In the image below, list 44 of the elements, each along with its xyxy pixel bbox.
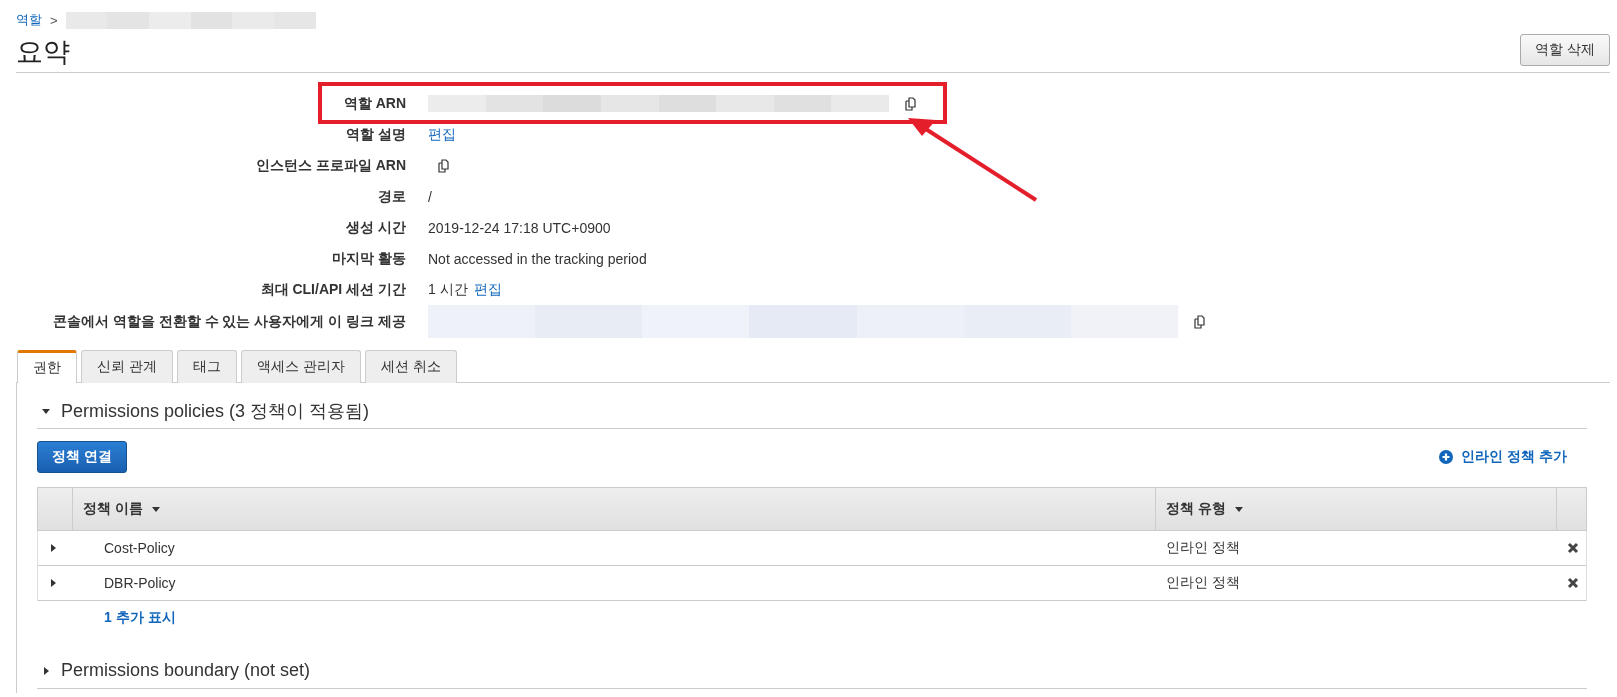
field-label: 역할 설명 [345,125,406,144]
tab[interactable]: 신뢰 관계 [81,350,173,383]
field-label: 경로 [377,187,406,206]
copy-icon[interactable] [1192,313,1208,330]
show-more-link[interactable]: 1 추가 표시 [37,601,1587,653]
field-label: 마지막 활동 [331,249,406,268]
table-cell: 인라인 정책 [1166,539,1240,557]
field-label: 역할 ARN [342,94,406,113]
sort-icon [150,504,161,514]
field-label: 생성 시간 [345,218,406,237]
field-value: / [428,188,432,205]
remove-icon[interactable] [1567,542,1579,554]
tab[interactable]: 태그 [176,350,237,383]
column-header[interactable]: 정책 이름 [73,488,1156,530]
remove-icon[interactable] [1567,577,1579,589]
attach-policy-button[interactable]: 정책 연결 [37,441,127,473]
edit-link[interactable]: 편집 [473,280,502,299]
field-label: 콘솔에서 역할을 전환할 수 있는 사용자에게 이 링크 제공 [51,312,406,331]
add-inline-policy-link[interactable]: 인라인 정책 추가 [1439,448,1567,466]
field-label: 인스턴스 프로파일 ARN [254,156,406,175]
table-cell: Cost-Policy [104,540,175,556]
copy-icon[interactable] [436,157,452,174]
breadcrumb-link[interactable]: 역할 [16,11,42,29]
tab[interactable]: 권한 [17,350,77,383]
caret-right-icon[interactable] [48,578,58,588]
table-cell: 인라인 정책 [1166,574,1240,592]
field-value: 1 시간 [428,280,468,299]
plus-icon [1439,450,1454,464]
breadcrumb-separator: > [50,12,58,28]
copy-icon[interactable] [903,95,919,112]
column-header[interactable]: 정책 유형 [1156,488,1557,530]
tab[interactable]: 세션 취소 [364,350,457,383]
caret-right-icon[interactable] [48,543,58,553]
field-value: Not accessed in the tracking period [428,250,647,267]
field-value: 2019-12-24 17:18 UTC+0900 [428,219,611,236]
section-title[interactable]: Permissions boundary (not set) [61,660,311,681]
table-cell: DBR-Policy [104,575,176,591]
edit-link[interactable]: 편집 [428,125,456,144]
field-label: 최대 CLI/API 세션 기간 [259,280,406,299]
tab[interactable]: 액세스 관리자 [240,350,361,383]
section-title[interactable]: Permissions policies (3 정책이 적용됨) [61,398,370,423]
delete-role-button[interactable]: 역할 삭제 [1520,34,1610,66]
sort-icon [1233,504,1244,514]
page-title: 요약 [16,36,70,69]
